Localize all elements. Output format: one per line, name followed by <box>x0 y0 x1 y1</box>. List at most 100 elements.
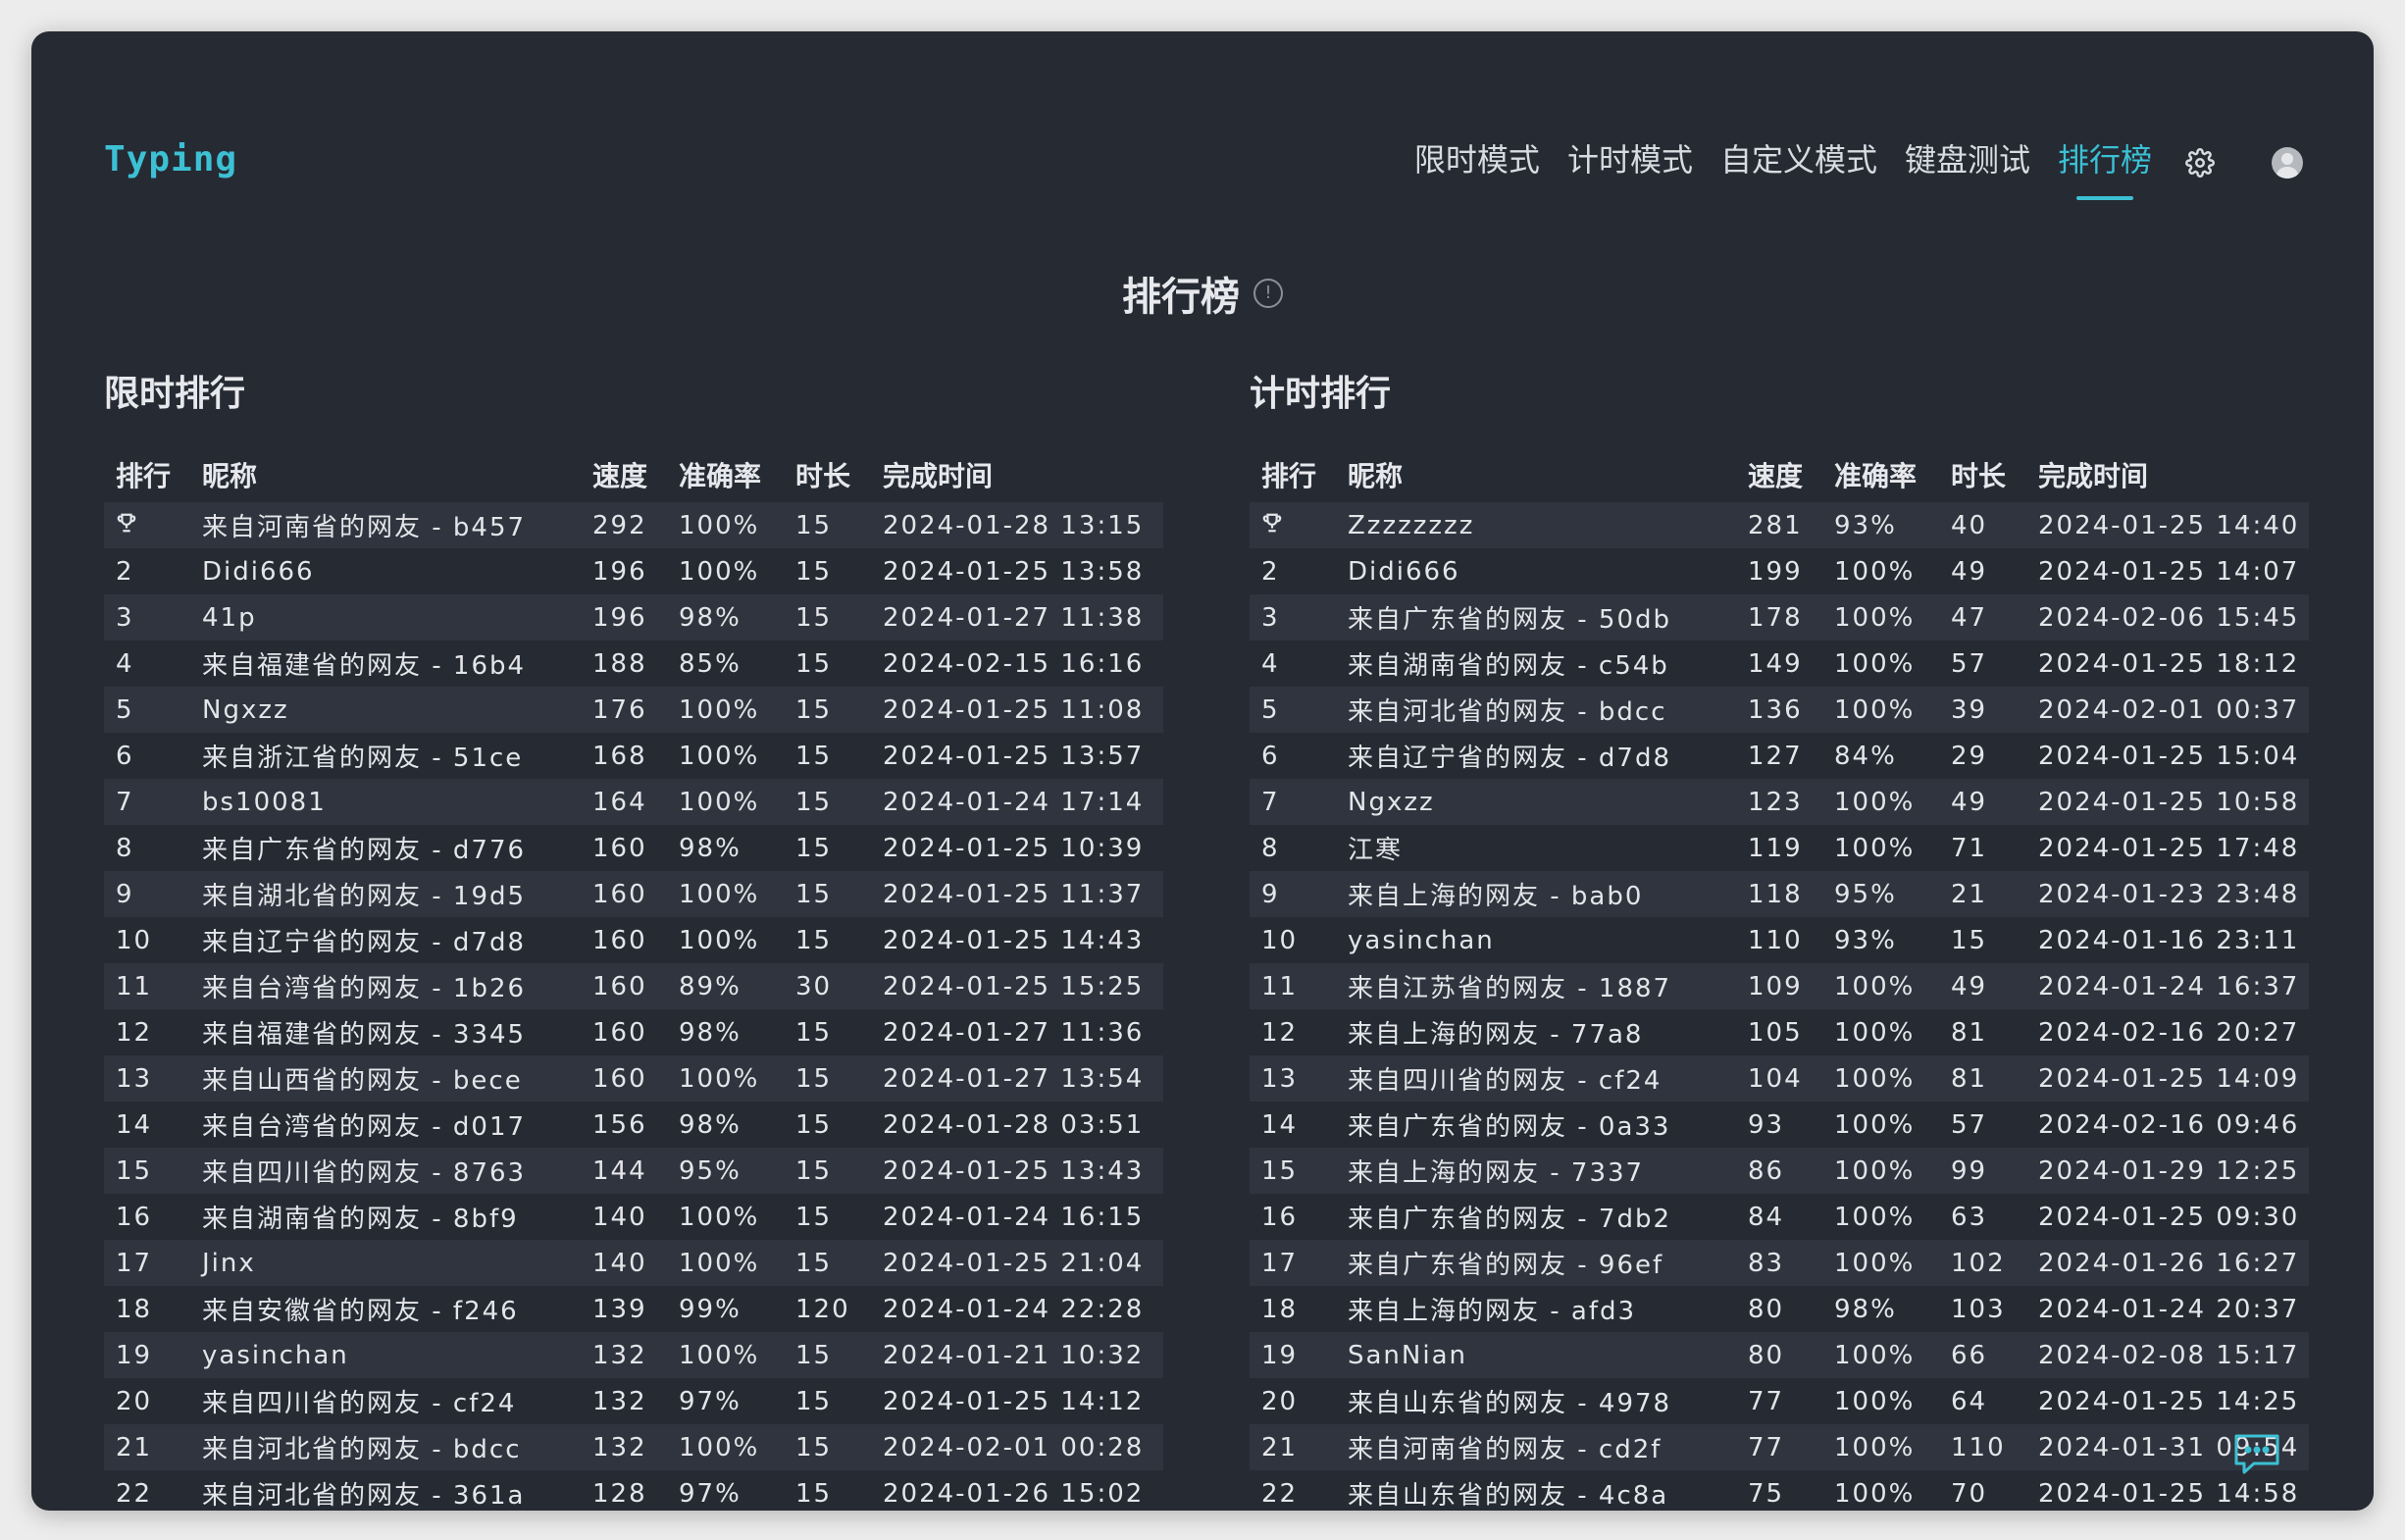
nickname-cell: 来自上海的网友 - 77a8 <box>1348 1020 1644 1050</box>
duration-cell: 49 <box>1939 779 2026 825</box>
finish-time-cell: 2024-02-16 20:27 <box>2038 1017 2300 1048</box>
speed-cell: 188 <box>592 648 647 679</box>
rank-cell: 21 <box>1250 1424 1336 1470</box>
speed-cell: 132 <box>592 1386 647 1416</box>
table-row: 19 SanNian 80 100% 66 2024-02-08 15:17 <box>1250 1332 2309 1378</box>
speed-cell: 123 <box>1736 779 1822 825</box>
accuracy-cell: 98% <box>679 1017 742 1048</box>
column-header-duration: 时长 <box>795 460 851 492</box>
rank-cell: 5 <box>1250 687 1336 733</box>
speed-cell: 118 <box>1736 871 1822 917</box>
duration-cell: 21 <box>1939 871 2026 917</box>
table-row: 13 来自四川省的网友 - cf24 104 100% 81 2024-01-25 14:… <box>1250 1055 2309 1102</box>
accuracy-cell: 97% <box>679 1478 742 1509</box>
table-row: 4 来自湖南省的网友 - c54b 149 100% 57 2024-01-25 18:1… <box>1250 641 2309 687</box>
nickname-cell: 来自辽宁省的网友 - d7d8 <box>202 928 527 957</box>
nav-item-leaderboard[interactable]: 排行榜 <box>2058 135 2152 200</box>
rank-cell: 18 <box>1261 1294 1299 1324</box>
avatar[interactable] <box>2272 147 2303 179</box>
rank-cell: 7 <box>1250 779 1336 825</box>
duration-cell: 81 <box>1951 1017 1988 1048</box>
finish-time-cell: 2024-01-25 14:07 <box>2038 556 2300 587</box>
rank-cell: 12 <box>116 1017 153 1048</box>
table-row: 15 来自上海的网友 - 7337 86 100% 99 2024-01-29 12:25 <box>1250 1148 2309 1194</box>
time-limit-ranking-title: 限时排行 <box>104 374 246 414</box>
nickname-cell: 来自四川省的网友 - 8763 <box>190 1148 581 1194</box>
accuracy-cell: 100% <box>1822 963 1939 1009</box>
finish-time-cell: 2024-01-25 15:25 <box>871 963 1163 1009</box>
finish-time-cell: 2024-01-23 23:48 <box>2026 871 2309 917</box>
rank-cell: 6 <box>116 741 134 771</box>
duration-cell: 63 <box>1951 1202 1988 1232</box>
nav-item-timer-mode[interactable]: 计时模式 <box>1567 135 1693 190</box>
speed-cell: 127 <box>1748 741 1803 771</box>
accuracy-cell: 100% <box>667 1424 784 1470</box>
table-row: 21 来自河南省的网友 - cd2f 77 100% 110 2024-01-31 09:… <box>1250 1424 2309 1470</box>
speed-cell: 136 <box>1736 687 1822 733</box>
column-header-nickname: 昵称 <box>1348 460 1404 492</box>
duration-cell: 15 <box>784 779 871 825</box>
accuracy-cell: 100% <box>1834 833 1916 863</box>
accuracy-cell: 100% <box>1822 687 1939 733</box>
table-row: 14 来自台湾省的网友 - d017 156 98% 15 2024-01-28 03:5… <box>104 1102 1163 1148</box>
nav-item-custom-mode[interactable]: 自定义模式 <box>1720 135 1877 190</box>
nickname-cell: Jinx <box>190 1240 581 1286</box>
speed-cell: 84 <box>1748 1202 1785 1232</box>
rank-cell: 19 <box>1250 1332 1336 1378</box>
accuracy-cell: 100% <box>667 871 784 917</box>
leaderboard-table: 排行 昵称 速度 准确率 时长 完成时间 Zzzzzzzz 281 93% 40 202… <box>1250 447 2309 1511</box>
duration-cell: 40 <box>1939 502 2026 548</box>
duration-cell: 15 <box>784 1424 871 1470</box>
duration-cell: 15 <box>795 648 833 679</box>
rank-cell: 13 <box>1250 1055 1336 1102</box>
duration-cell: 103 <box>1951 1294 2006 1324</box>
finish-time-cell: 2024-01-26 16:27 <box>2026 1240 2309 1286</box>
info-icon[interactable]: ! <box>1254 279 1283 308</box>
duration-cell: 15 <box>784 502 871 548</box>
finish-time-cell: 2024-01-25 21:04 <box>871 1240 1163 1286</box>
accuracy-cell: 100% <box>1822 779 1939 825</box>
speed-cell: 196 <box>581 594 667 641</box>
nickname-cell: 江寒 <box>1348 836 1404 865</box>
accuracy-cell: 100% <box>1822 1055 1939 1102</box>
finish-time-cell: 2024-01-24 16:37 <box>2026 963 2309 1009</box>
nickname-cell: Zzzzzzzz <box>1336 502 1736 548</box>
duration-cell: 15 <box>795 1017 833 1048</box>
accuracy-cell: 100% <box>1822 1240 1939 1286</box>
gear-icon[interactable] <box>2183 146 2217 180</box>
table-row: 10 yasinchan 110 93% 15 2024-01-16 23:11 <box>1250 917 2309 963</box>
accuracy-cell: 100% <box>1822 594 1939 641</box>
column-header-duration: 时长 <box>1951 460 2007 492</box>
speed-cell: 83 <box>1736 1240 1822 1286</box>
nickname-cell: 41p <box>190 594 581 641</box>
app-logo[interactable]: Typing <box>104 139 237 180</box>
table-row: Zzzzzzzz 281 93% 40 2024-01-25 14:40 <box>1250 502 2309 548</box>
finish-time-cell: 2024-01-25 14:25 <box>2038 1386 2300 1416</box>
rank-cell: 17 <box>1250 1240 1336 1286</box>
duration-cell: 57 <box>1951 1109 1988 1140</box>
speed-cell: 105 <box>1748 1017 1803 1048</box>
speed-cell: 196 <box>592 556 647 587</box>
nickname-cell: 来自四川省的网友 - cf24 <box>1336 1055 1736 1102</box>
table-row: 20 来自四川省的网友 - cf24 132 97% 15 2024-01-25 14:1… <box>104 1378 1163 1424</box>
duration-cell: 15 <box>795 833 833 863</box>
accuracy-cell: 100% <box>1834 1202 1916 1232</box>
table-row: 9 来自湖北省的网友 - 19d5 160 100% 15 2024-01-25 11:3… <box>104 871 1163 917</box>
trophy-icon <box>116 511 137 540</box>
nickname-cell: 来自福建省的网友 - 16b4 <box>202 651 527 681</box>
nickname-cell: 来自上海的网友 - bab0 <box>1336 871 1736 917</box>
table-row: 7 bs10081 164 100% 15 2024-01-24 17:14 <box>104 779 1163 825</box>
finish-time-cell: 2024-01-25 14:40 <box>2026 502 2309 548</box>
duration-cell: 15 <box>1951 925 1988 955</box>
nav-item-time-limit-mode[interactable]: 限时模式 <box>1414 135 1540 190</box>
chat-icon[interactable] <box>2230 1430 2283 1479</box>
time-limit-leaderboard: 排行 昵称 速度 准确率 时长 完成时间 来自河南省的网友 - b457 292 1… <box>104 447 1163 1511</box>
speed-cell: 160 <box>592 925 647 955</box>
nav-item-keyboard-test[interactable]: 键盘测试 <box>1905 135 2030 190</box>
table-row: 17 Jinx 140 100% 15 2024-01-25 21:04 <box>104 1240 1163 1286</box>
column-header-speed: 速度 <box>592 460 648 492</box>
table-row: 2 Didi666 196 100% 15 2024-01-25 13:58 <box>104 548 1163 594</box>
finish-time-cell: 2024-01-25 14:43 <box>883 925 1145 955</box>
speed-cell: 176 <box>581 687 667 733</box>
accuracy-cell: 93% <box>1834 925 1897 955</box>
